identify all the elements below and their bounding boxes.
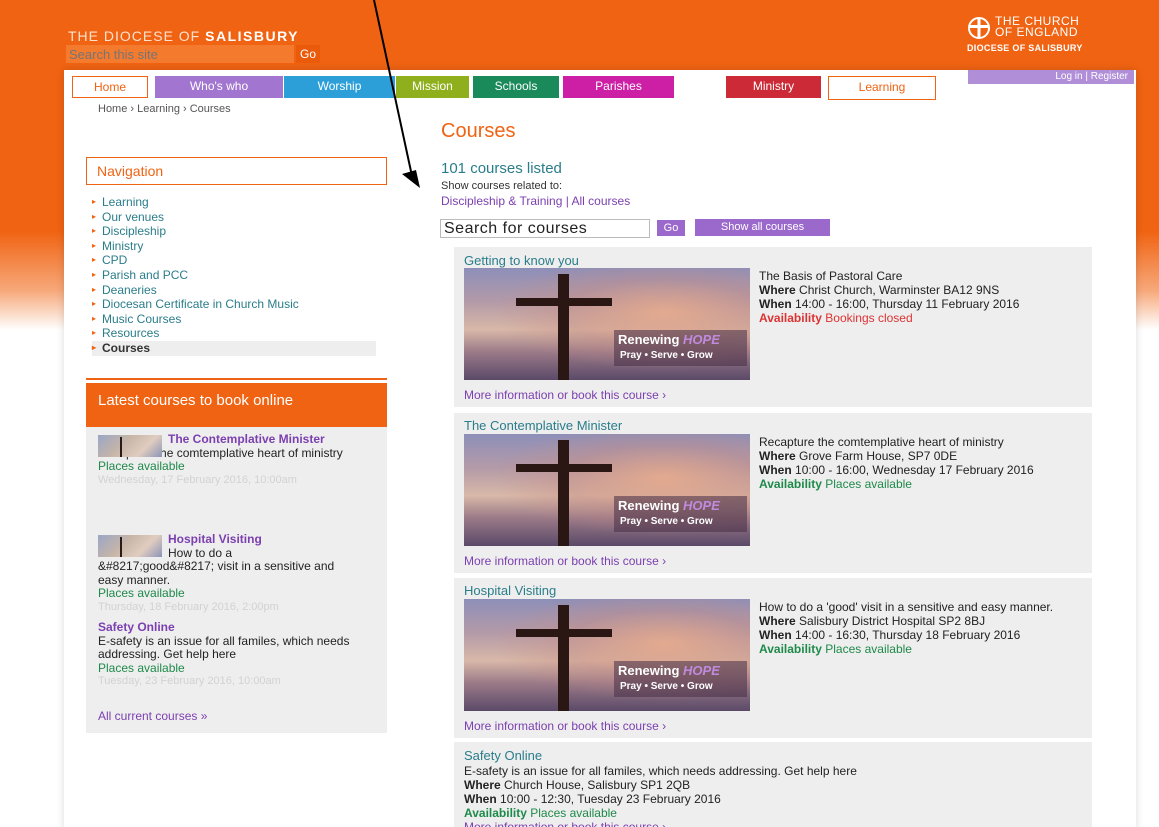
course-title[interactable]: Safety Online [464,748,542,763]
course-image[interactable]: Renewing HOPE Pray • Serve • Grow [464,599,750,711]
course-title[interactable]: Getting to know you [464,253,579,268]
breadcrumb[interactable]: Home › Learning › Courses [98,103,231,115]
tab-mission[interactable]: Mission [396,76,469,98]
navigation-heading: Navigation [86,157,387,185]
latest-courses-heading: Latest courses to book online [86,383,387,427]
course-card: Getting to know you Renewing HOPE Pray •… [454,247,1092,407]
church-of-england-logo[interactable]: THE CHURCH OF ENGLAND DIOCESE OF SALISBU… [967,14,1135,58]
tab-worship[interactable]: Worship [284,76,395,98]
tab-schools[interactable]: Schools [473,76,559,98]
course-card: Safety Online E-safety is an issue for a… [454,742,1092,827]
show-all-courses-button[interactable]: Show all courses [695,219,830,236]
nav-item-ministry[interactable]: Ministry [92,239,376,254]
course-details: The Basis of Pastoral Care Where Christ … [759,269,1020,325]
register-link[interactable]: Register [1091,71,1128,82]
course-title[interactable]: Hospital Visiting [464,583,556,598]
tab-home[interactable]: Home [72,76,148,98]
logo-line-3: DIOCESE OF SALISBURY [967,43,1083,53]
latest-course-desc: &#8217;good&#8217; visit in a sensitive … [98,559,335,587]
course-details: E-safety is an issue for all familes, wh… [464,764,1084,827]
latest-course-desc: E-safety is an issue for all familes, wh… [98,633,350,661]
latest-course-date: Wednesday, 17 February 2016, 10:00am [98,473,297,486]
latest-course-item: The Contemplative Minister Recapture the… [98,432,378,487]
renewing-hope-banner: Renewing HOPE Pray • Serve • Grow [614,496,747,532]
cross-icon [558,605,569,711]
course-thumbnail[interactable] [98,535,162,557]
latest-course-title[interactable]: Safety Online [98,620,378,635]
latest-course-date: Thursday, 18 February 2016, 2:00pm [98,600,279,613]
cross-icon [558,274,569,380]
divider [86,378,387,380]
course-thumbnail[interactable] [98,435,162,457]
logo-line-2: OF ENGLAND [995,25,1079,39]
more-info-link[interactable]: More information or book this course › [464,554,666,568]
nav-item-cpd[interactable]: CPD [92,253,376,268]
coe-emblem-icon [968,17,990,39]
course-search-go-button[interactable]: Go [657,220,685,236]
tab-whos-who[interactable]: Who's who [155,76,283,98]
navigation-list: Learning Our venues Discipleship Ministr… [92,195,376,356]
related-links[interactable]: Discipleship & Training | All courses [441,194,630,208]
login-link[interactable]: Log in [1055,71,1082,82]
tab-parishes[interactable]: Parishes [563,76,674,98]
course-search-input[interactable] [440,219,650,238]
latest-course-availability: Places available [98,586,185,600]
related-label: Show courses related to: [441,180,563,192]
latest-course-date: Tuesday, 23 February 2016, 10:00am [98,675,281,687]
nav-item-our-venues[interactable]: Our venues [92,210,376,225]
latest-course-availability: Places available [98,660,185,675]
nav-item-diocesan-certificate[interactable]: Diocesan Certificate in Church Music [92,297,332,312]
more-info-link[interactable]: More information or book this course › [464,388,666,402]
course-card: The Contemplative Minister Renewing HOPE… [454,413,1092,573]
course-title[interactable]: The Contemplative Minister [464,418,622,433]
latest-course-item: Safety Online E-safety is an issue for a… [98,620,378,689]
latest-courses-box: Latest courses to book online The Contem… [86,383,387,733]
course-count: 101 courses listed [441,160,562,177]
cross-bar [516,464,612,472]
cross-bar [516,629,612,637]
course-image[interactable]: Renewing HOPE Pray • Serve • Grow [464,434,750,546]
nav-item-music-courses[interactable]: Music Courses [92,312,376,327]
page-title: Courses [441,120,516,142]
nav-item-discipleship[interactable]: Discipleship [92,224,376,239]
latest-course-item: Hospital Visiting How to do a &#8217;goo… [98,532,378,614]
nav-item-parish-and-pcc[interactable]: Parish and PCC [92,268,376,283]
more-info-link[interactable]: More information or book this course › [464,719,666,733]
site-search-input[interactable] [66,45,294,63]
course-card: Hospital Visiting Renewing HOPE Pray • S… [454,578,1092,738]
course-details: Recapture the comtemplative heart of min… [759,435,1034,491]
latest-course-availability: Places available [98,459,185,473]
page: THE DIOCESE OF SALISBURY Go THE CHURCH O… [64,0,1136,827]
site-search-go-button[interactable]: Go [296,45,320,63]
nav-item-learning[interactable]: Learning [92,195,376,210]
course-image[interactable]: Renewing HOPE Pray • Serve • Grow [464,268,750,380]
cross-bar [516,298,612,306]
site-title[interactable]: THE DIOCESE OF SALISBURY [68,28,299,44]
tab-ministry[interactable]: Ministry [726,76,821,98]
nav-item-resources[interactable]: Resources [92,326,376,341]
renewing-hope-banner: Renewing HOPE Pray • Serve • Grow [614,330,747,366]
nav-item-deaneries[interactable]: Deaneries [92,283,376,298]
course-details: How to do a 'good' visit in a sensitive … [759,600,1054,656]
renewing-hope-banner: Renewing HOPE Pray • Serve • Grow [614,661,747,697]
nav-item-courses[interactable]: Courses [92,340,376,356]
cross-icon [558,440,569,546]
all-current-courses-link[interactable]: All current courses » [98,709,207,723]
tab-learning[interactable]: Learning [828,76,936,100]
account-links: Log in | Register [968,70,1134,84]
more-info-link[interactable]: More information or book this course › [464,820,1084,827]
